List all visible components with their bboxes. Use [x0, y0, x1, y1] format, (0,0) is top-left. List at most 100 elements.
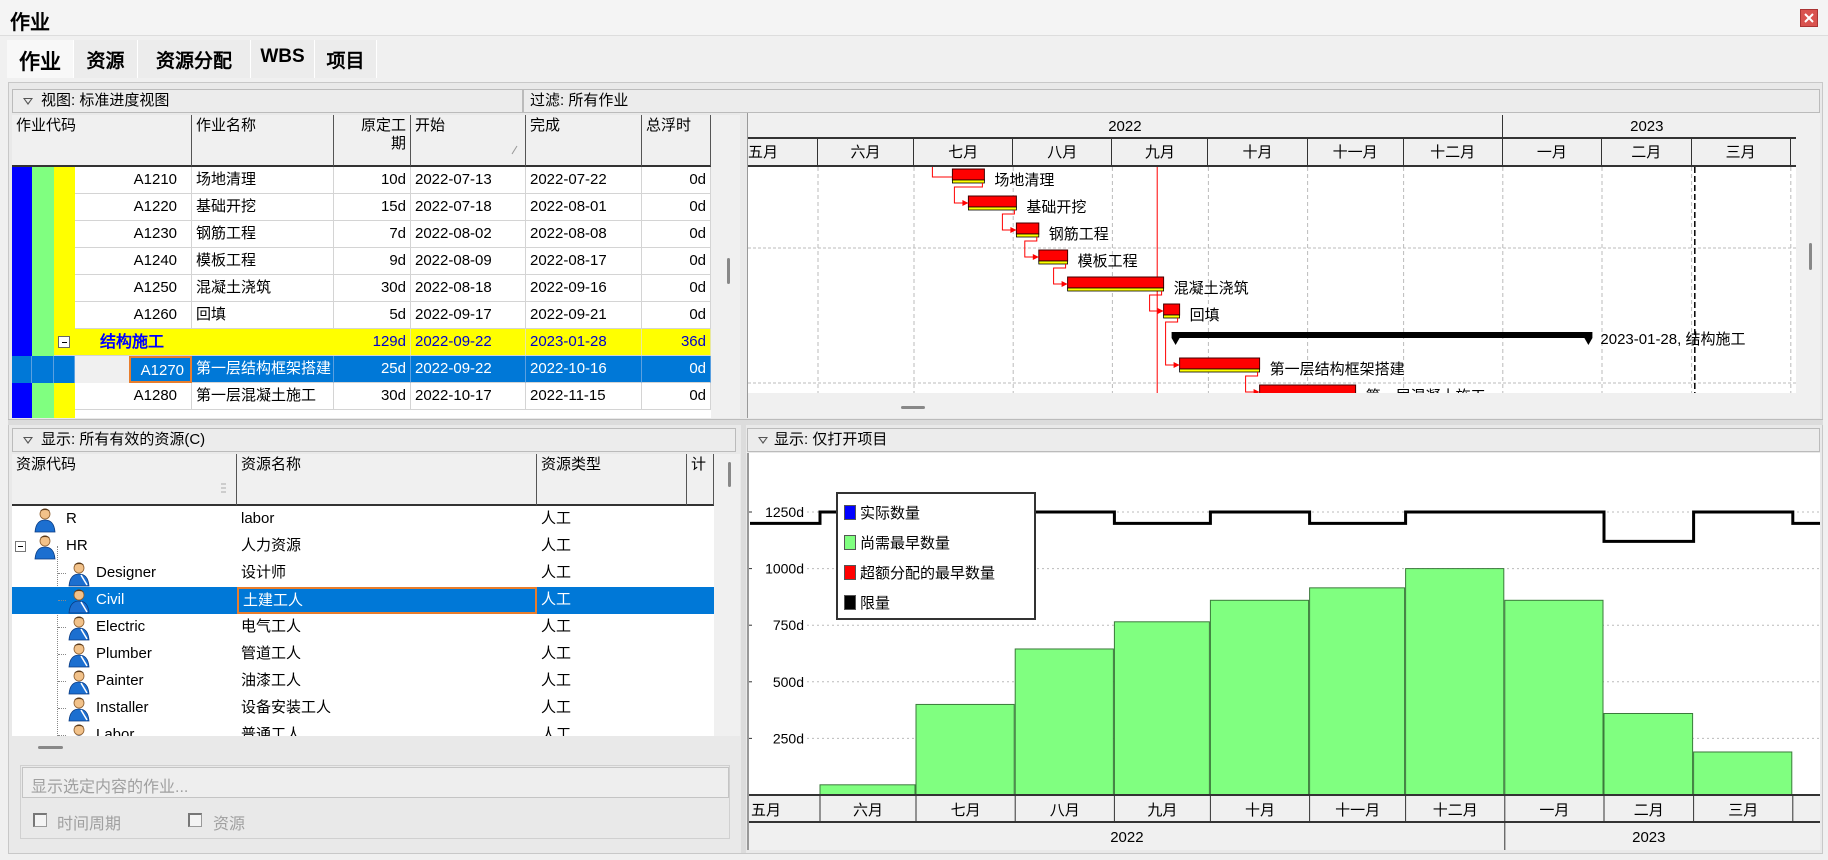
time-period-checkbox[interactable] — [33, 813, 47, 827]
minus-glyph — [18, 546, 23, 547]
relationship-link — [931, 167, 953, 178]
activity-row[interactable]: A1220 基础开挖 15d 2022-07-18 2022-08-01 0d — [12, 194, 711, 221]
link-arrow-icon — [1173, 362, 1180, 368]
tab-resources[interactable]: 资源 — [74, 40, 138, 78]
activity-bar — [1259, 384, 1357, 393]
resource-code: Installer — [96, 699, 149, 716]
relationship-link — [1053, 264, 1068, 285]
resource-row[interactable]: Designer 设计师 人工 — [12, 560, 714, 587]
activity-baseline-bar — [1163, 314, 1181, 319]
resource-row[interactable]: Painter 油漆工人 人工 — [12, 668, 714, 695]
cell-duration: 9d — [334, 248, 411, 275]
wbs-color-strip — [32, 275, 54, 302]
resource-display-selector[interactable]: 显示: 所有有效的资源(C) — [12, 428, 736, 452]
tab-projects[interactable]: 项目 — [315, 40, 377, 78]
tab-activities[interactable]: 作业 — [7, 40, 74, 78]
resource-checkbox[interactable] — [188, 813, 202, 827]
tab-resource-assignments[interactable]: 资源分配 — [138, 40, 251, 78]
resource-type: 人工 — [541, 510, 572, 527]
profile-display-selector[interactable]: 显示: 仅打开项目 — [747, 428, 1820, 452]
gantt-canvas: 场地清理基础开挖钢筋工程模板工程混凝土浇筑回填 2023-01-28, 结构施工第… — [748, 167, 1796, 393]
x-tick-label: 五月 — [751, 802, 781, 819]
head — [73, 589, 85, 601]
wbs-row[interactable]: 结构施工 129d 2022-09-22 2023-01-28 36d — [12, 329, 711, 356]
wbs-color-strip — [32, 167, 54, 194]
month-label: 十二月 — [1404, 139, 1503, 167]
activity-bar-label: 场地清理 — [994, 172, 1054, 189]
resource-horizontal-scrollbar[interactable] — [38, 746, 63, 749]
title-bar: 作业 — [0, 0, 1828, 36]
body — [34, 519, 56, 533]
close-icon[interactable] — [1800, 9, 1818, 27]
y-tick-label: 1250d — [765, 504, 804, 520]
cell-start: 2022-08-02 — [411, 221, 526, 248]
link-arrow-icon — [1061, 281, 1068, 287]
activity-row[interactable]: A1270 第一层结构框架搭建 25d 2022-09-22 2022-10-16 0d — [12, 356, 711, 383]
resource-row[interactable]: Rlabor 人工 — [12, 506, 714, 533]
filter-bar[interactable]: 过滤: 所有作业 — [523, 89, 1820, 113]
histogram-bar — [1405, 568, 1505, 796]
vertical-splitter[interactable] — [741, 425, 746, 853]
horizontal-splitter[interactable] — [8, 419, 1823, 425]
activity-baseline-bar — [1015, 233, 1040, 238]
resource-type: 人工 — [541, 726, 572, 736]
activity-row[interactable]: A1260 回填 5d 2022-09-17 2022-09-21 0d — [12, 302, 711, 329]
activity-row[interactable]: A1250 混凝土浇筑 30d 2022-08-18 2022-09-16 0d — [12, 275, 711, 302]
resource-row[interactable]: Installer 设备安装工人 人工 — [12, 695, 714, 722]
column-header-start[interactable]: 开始 — [411, 115, 526, 167]
cell-duration: 7d — [334, 221, 411, 248]
resource-person-icon — [34, 508, 56, 533]
wbs-color-strip — [12, 302, 32, 329]
activity-baseline-bar — [951, 179, 985, 184]
tab-wbs[interactable]: WBS — [251, 40, 315, 78]
histogram-bar — [819, 784, 916, 796]
resource-row[interactable]: Plumber 管道工人 人工 — [12, 641, 714, 668]
activity-table-scrollbar[interactable] — [727, 258, 730, 284]
activity-row[interactable]: A1210 场地清理 10d 2022-07-13 2022-07-22 0d — [12, 167, 711, 194]
resource-row[interactable]: Labor 普通工人 人工 — [12, 722, 714, 736]
show-selected-activities-button[interactable]: 显示选定内容的作业... — [22, 767, 729, 798]
resource-person-icon — [34, 535, 56, 560]
histogram-legend: 实际数量 尚需最早数量 超额分配的最早数量 限量 — [836, 492, 1036, 620]
activity-row[interactable]: A1280 第一层混凝土施工 30d 2022-10-17 2022-11-15 0d — [12, 383, 711, 410]
column-header-name[interactable]: 作业名称 — [192, 115, 334, 167]
wbs-color-strip — [32, 383, 54, 410]
cell-float: 0d — [642, 194, 711, 221]
column-header-duration[interactable]: 原定工期 — [334, 115, 411, 167]
resource-row[interactable]: Electric 电气工人 人工 — [12, 614, 714, 641]
column-header-code[interactable]: 作业代码 — [12, 115, 192, 167]
column-header-finish[interactable]: 完成 — [526, 115, 642, 167]
collapse-toggle-icon[interactable] — [58, 336, 70, 348]
activity-row[interactable]: A1230 钢筋工程 7d 2022-08-02 2022-08-08 0d — [12, 221, 711, 248]
view-selector[interactable]: 视图: 标准进度视图 — [12, 89, 523, 113]
wbs-color-strip — [12, 410, 32, 418]
wbs-color-strip — [12, 221, 32, 248]
gantt-horizontal-scrollbar[interactable] — [901, 406, 925, 409]
activity-bar-label: 回填 — [1190, 307, 1220, 324]
gantt-vertical-scrollbar[interactable] — [1809, 243, 1812, 270]
column-header-float[interactable]: 总浮时 — [642, 115, 711, 167]
summary-start-marker — [1171, 338, 1180, 345]
column-header-resource-type[interactable]: 资源类型 — [537, 454, 687, 506]
month-label: 七月 — [914, 139, 1014, 167]
month-label: 十一月 — [1308, 139, 1404, 167]
activity-bar — [1163, 303, 1181, 316]
cell-name: 回填 — [192, 302, 334, 329]
resource-row[interactable]: Civil 土建工人 人工 — [12, 587, 714, 614]
cell-finish: 2022-09-21 — [526, 302, 642, 329]
cell-start: 2022-09-17 — [411, 302, 526, 329]
activity-bar — [1038, 249, 1069, 262]
column-header-extra[interactable]: 计 — [687, 454, 714, 506]
activity-row[interactable]: A1240 模板工程 9d 2022-08-09 2022-08-17 0d — [12, 248, 711, 275]
column-header-resource-name[interactable]: 资源名称 — [237, 454, 537, 506]
resource-table-scrollbar[interactable] — [728, 462, 731, 487]
collapse-toggle-icon[interactable] — [15, 541, 26, 552]
wbs-color-strip — [54, 383, 75, 410]
column-header-resource-code[interactable]: 资源代码 — [12, 454, 237, 506]
activity-bar-label: 基础开挖 — [1026, 199, 1086, 216]
histogram-bar — [1603, 712, 1694, 796]
worker-icon — [68, 589, 90, 614]
activity-bar — [1179, 357, 1261, 370]
resource-code: Civil — [96, 591, 125, 608]
resource-row[interactable]: HR 人力资源 人工 — [12, 533, 714, 560]
